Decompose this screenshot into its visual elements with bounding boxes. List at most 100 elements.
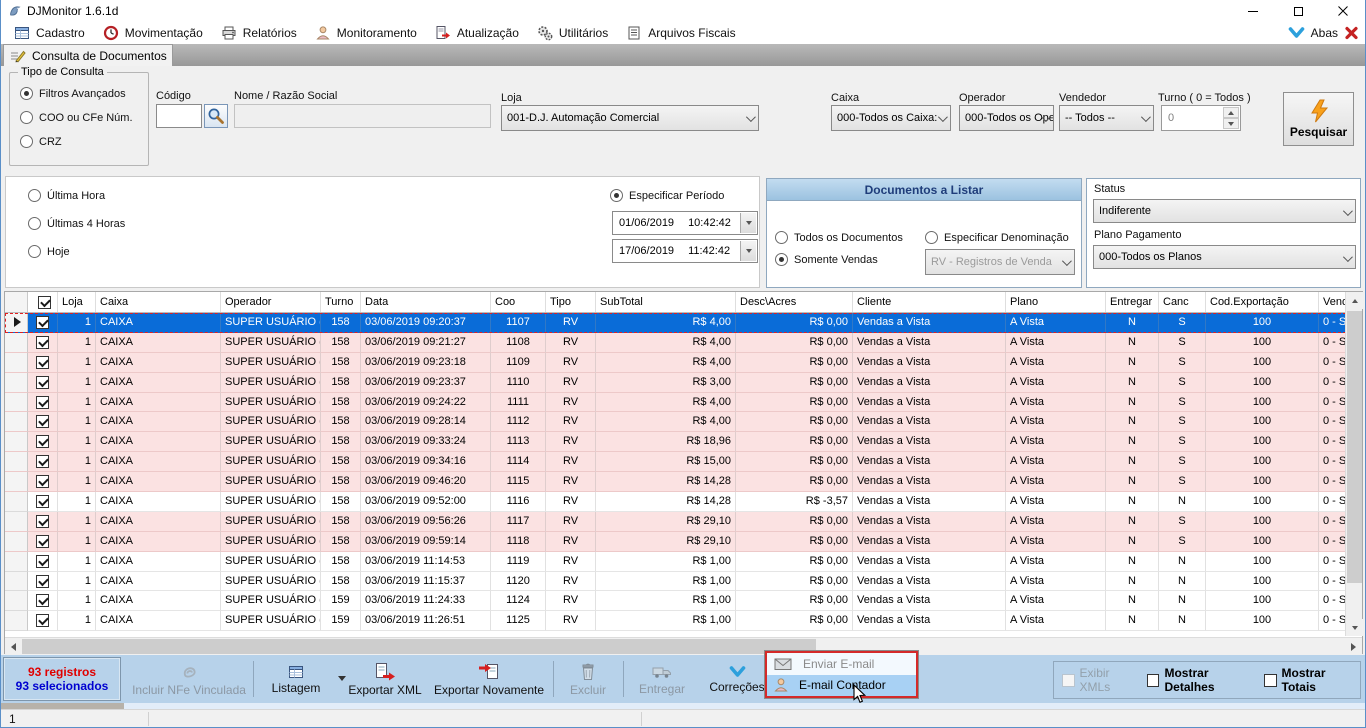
row-checkbox[interactable]: [36, 575, 49, 588]
row-checkbox[interactable]: [36, 495, 49, 508]
column-header[interactable]: Entregar: [1106, 292, 1159, 312]
loja-select[interactable]: 001-D.J. Automação Comercial: [501, 105, 759, 131]
row-checkbox[interactable]: [36, 614, 49, 627]
turno-up-button[interactable]: [1223, 107, 1239, 118]
row-checkbox[interactable]: [36, 555, 49, 568]
menu-item-movimenta-o[interactable]: Movimentação: [94, 22, 212, 44]
radio-filtros-avan-ados[interactable]: Filtros Avançados: [20, 87, 133, 100]
listagem-button[interactable]: Listagem: [257, 658, 335, 700]
table-row[interactable]: 1CAIXASUPER USUÁRIO (ALT15803/06/2019 09…: [5, 353, 1346, 373]
row-checkbox[interactable]: [36, 535, 49, 548]
row-checkbox[interactable]: [36, 415, 49, 428]
column-header[interactable]: Plano: [1006, 292, 1106, 312]
search-button[interactable]: [204, 104, 228, 128]
checkbox-mostrar-detalhes[interactable]: Mostrar Detalhes: [1147, 666, 1258, 694]
abas-label[interactable]: Abas: [1311, 26, 1338, 40]
select-all-checkbox[interactable]: [38, 296, 51, 309]
menu-item-monitoramento[interactable]: Monitoramento: [306, 22, 426, 44]
caixa-select[interactable]: 000-Todos os Caixa:: [831, 105, 951, 131]
correcoes-button[interactable]: Correções: [701, 658, 773, 700]
abas-chevron-down-icon[interactable]: [1288, 26, 1305, 40]
row-checkbox[interactable]: [36, 356, 49, 369]
radio-crz[interactable]: CRZ: [20, 135, 133, 148]
date-from-field[interactable]: 01/06/2019 10:42:42: [612, 211, 758, 235]
column-header[interactable]: Operador: [221, 292, 321, 312]
row-checkbox[interactable]: [36, 455, 49, 468]
listagem-dropdown-caret[interactable]: [338, 676, 346, 681]
vertical-scroll-thumb[interactable]: [1347, 311, 1362, 583]
menu-item-enviar-e-mail[interactable]: Enviar E-mail: [767, 653, 916, 675]
table-row[interactable]: 1CAIXASUPER USUÁRIO (ALT15803/06/2019 09…: [5, 532, 1346, 552]
radio-todos-os-documentos[interactable]: Todos os Documentos: [775, 231, 903, 244]
radio--ltimas-4-horas[interactable]: Últimas 4 Horas: [28, 217, 125, 230]
column-header[interactable]: Coo: [491, 292, 546, 312]
table-row[interactable]: 1CAIXASUPER USUÁRIO (ALT15803/06/2019 09…: [5, 313, 1346, 333]
radio--ltima-hora[interactable]: Última Hora: [28, 189, 125, 202]
date-to-field[interactable]: 17/06/2019 11:42:42: [612, 239, 758, 263]
table-row[interactable]: 1CAIXASUPER USUÁRIO (ALT15803/06/2019 09…: [5, 472, 1346, 492]
date-from-dropdown[interactable]: [740, 213, 756, 233]
row-checkbox[interactable]: [36, 396, 49, 409]
table-row[interactable]: 1CAIXASUPER USUÁRIO (ALT15803/06/2019 09…: [5, 512, 1346, 532]
table-row[interactable]: 1CAIXASUPER USUÁRIO (ALT15803/06/2019 09…: [5, 492, 1346, 512]
table-row[interactable]: 1CAIXASUPER USUÁRIO (ALT15903/06/2019 11…: [5, 611, 1346, 631]
column-header[interactable]: Tipo: [546, 292, 596, 312]
date-to-dropdown[interactable]: [740, 241, 756, 261]
row-checkbox[interactable]: [36, 515, 49, 528]
plano-pagamento-select[interactable]: 000-Todos os Planos: [1093, 245, 1356, 269]
column-header[interactable]: Desc\Acres: [736, 292, 853, 312]
column-header[interactable]: Loja: [58, 292, 96, 312]
exportar-xml-button[interactable]: Exportar XML: [345, 658, 425, 700]
menu-item-utilit-rios[interactable]: Utilitários: [528, 22, 617, 44]
scroll-left-arrow[interactable]: [5, 638, 22, 655]
table-row[interactable]: 1CAIXASUPER USUÁRIO (ALT15803/06/2019 09…: [5, 393, 1346, 413]
excluir-button[interactable]: Excluir: [557, 658, 619, 700]
checkbox-mostrar-totais[interactable]: Mostrar Totais: [1264, 666, 1360, 694]
row-checkbox[interactable]: [36, 336, 49, 349]
column-header[interactable]: Cliente: [853, 292, 1006, 312]
scroll-down-arrow[interactable]: [1346, 619, 1363, 636]
column-header[interactable]: Cod.Exportação: [1206, 292, 1319, 312]
status-select[interactable]: Indiferente: [1093, 199, 1356, 223]
menu-item-e-mail-contador[interactable]: E-mail Contador: [767, 675, 916, 697]
turno-down-button[interactable]: [1223, 118, 1239, 129]
maximize-button[interactable]: [1275, 0, 1320, 22]
column-header[interactable]: Caixa: [96, 292, 221, 312]
pesquisar-button[interactable]: Pesquisar: [1283, 92, 1354, 146]
horizontal-scrollbar[interactable]: [5, 637, 1362, 654]
menu-item-atualiza-o[interactable]: Atualização: [426, 22, 528, 44]
close-button[interactable]: [1320, 0, 1365, 22]
vendedor-select[interactable]: -- Todos --: [1059, 105, 1154, 131]
abas-close-icon[interactable]: [1344, 26, 1359, 40]
radio-somente-vendas[interactable]: Somente Vendas: [775, 253, 878, 266]
menu-item-cadastro[interactable]: Cadastro: [5, 22, 94, 44]
row-checkbox[interactable]: [36, 475, 49, 488]
row-checkbox[interactable]: [36, 435, 49, 448]
incluir-nfe-button[interactable]: Incluir NFe Vinculada: [127, 658, 251, 700]
radio-coo-ou-cfe-n-m-[interactable]: COO ou CFe Núm.: [20, 111, 133, 124]
table-row[interactable]: 1CAIXASUPER USUÁRIO (ALT15803/06/2019 09…: [5, 452, 1346, 472]
table-row[interactable]: 1CAIXASUPER USUÁRIO (ALT15803/06/2019 11…: [5, 552, 1346, 572]
radio-especificar-periodo[interactable]: Especificar Período: [610, 189, 724, 202]
table-row[interactable]: 1CAIXASUPER USUÁRIO (ALT15803/06/2019 09…: [5, 373, 1346, 393]
row-checkbox[interactable]: [36, 316, 49, 329]
table-row[interactable]: 1CAIXASUPER USUÁRIO (ALT15903/06/2019 11…: [5, 591, 1346, 611]
scroll-right-arrow[interactable]: [1345, 638, 1362, 655]
operador-select[interactable]: 000-Todos os Operado: [959, 105, 1054, 131]
menu-item-arquivos-fiscais[interactable]: Arquivos Fiscais: [617, 22, 744, 44]
column-header[interactable]: Canc: [1159, 292, 1206, 312]
menu-item-relat-rios[interactable]: Relatórios: [212, 22, 306, 44]
table-row[interactable]: 1CAIXASUPER USUÁRIO (ALT15803/06/2019 09…: [5, 432, 1346, 452]
scroll-up-arrow[interactable]: [1346, 292, 1363, 309]
radio-hoje[interactable]: Hoje: [28, 245, 125, 258]
minimize-button[interactable]: [1230, 0, 1275, 22]
tab-consulta-de-documentos[interactable]: Consulta de Documentos: [3, 44, 173, 66]
exportar-novamente-button[interactable]: Exportar Novamente: [427, 658, 551, 700]
vertical-scrollbar[interactable]: [1345, 292, 1362, 636]
row-checkbox[interactable]: [36, 376, 49, 389]
column-header[interactable]: Turno: [321, 292, 361, 312]
column-header[interactable]: Data: [361, 292, 491, 312]
column-header[interactable]: SubTotal: [596, 292, 736, 312]
table-row[interactable]: 1CAIXASUPER USUÁRIO (ALT15803/06/2019 11…: [5, 572, 1346, 592]
row-checkbox[interactable]: [36, 594, 49, 607]
